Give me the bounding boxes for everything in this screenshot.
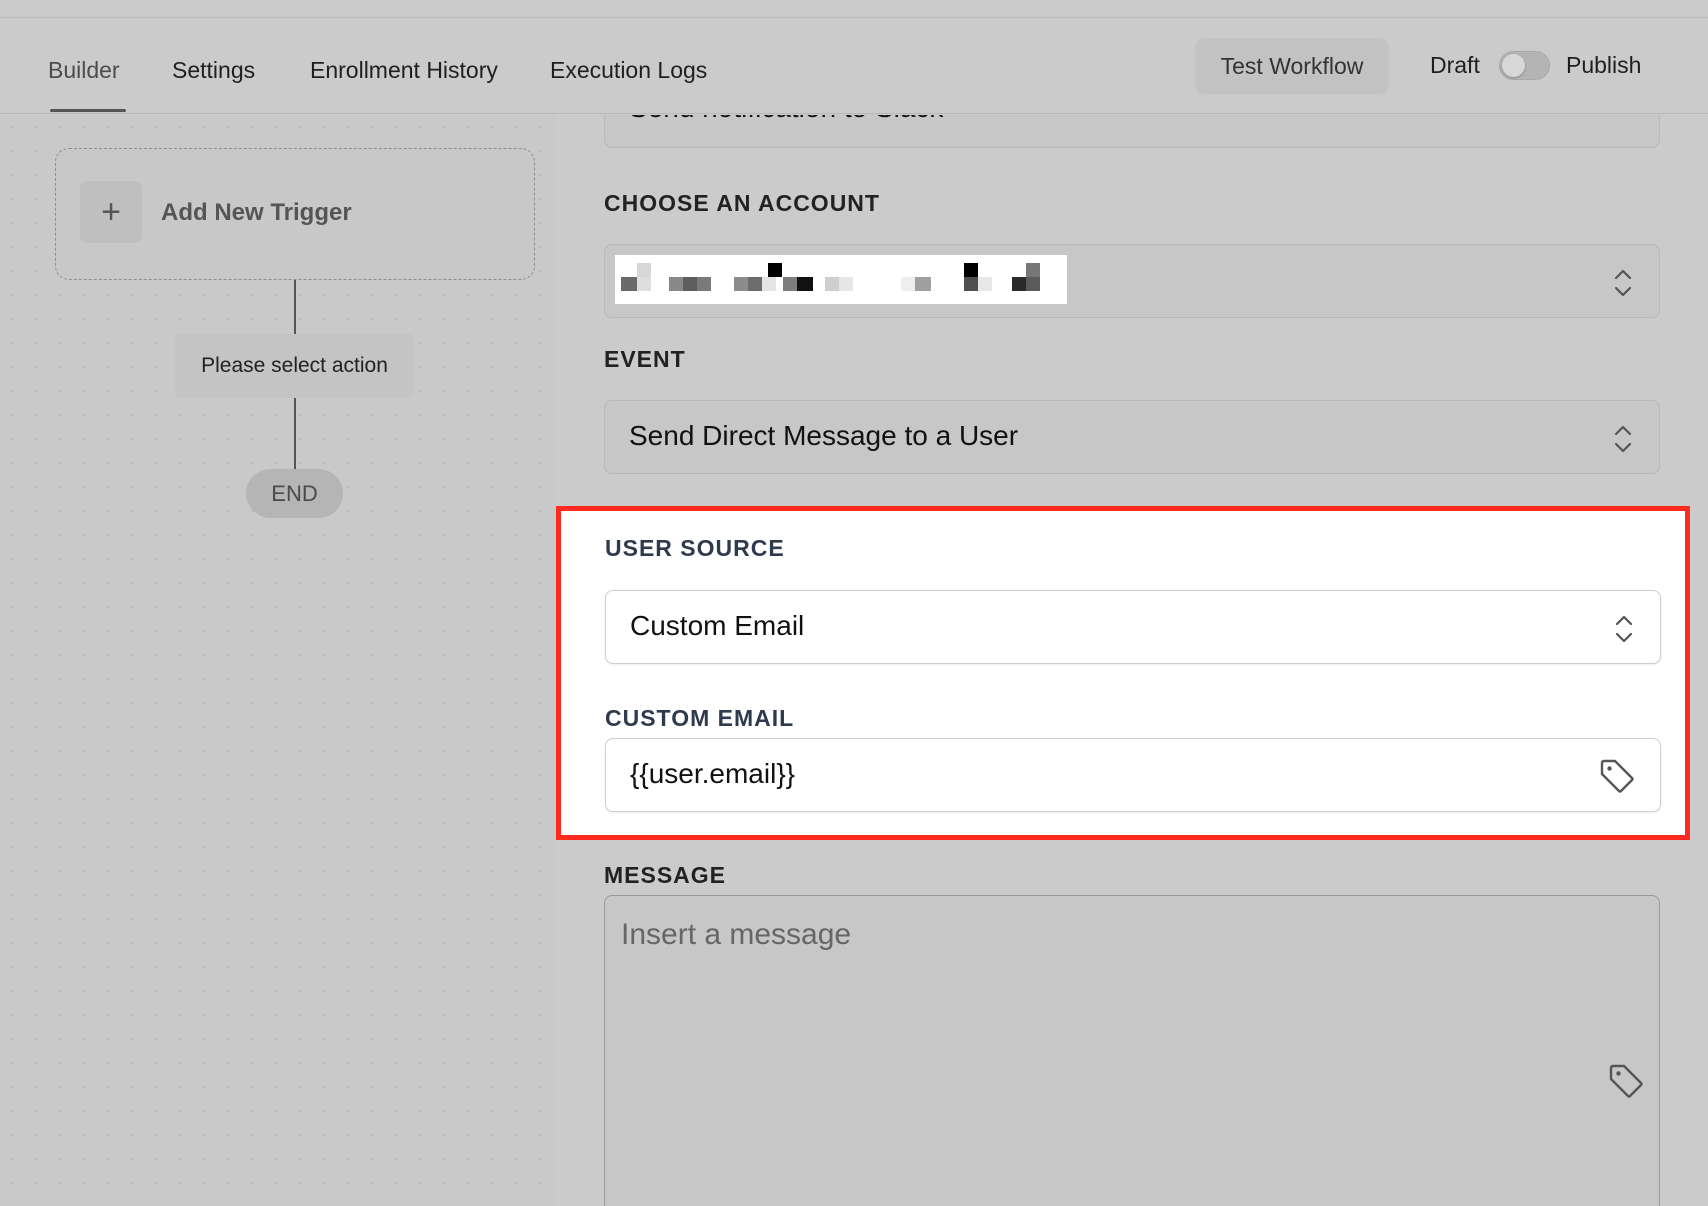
add-trigger-label: Add New Trigger [161, 199, 352, 226]
active-tab-indicator [50, 109, 126, 112]
user-source-label: USER SOURCE [605, 535, 785, 561]
account-select[interactable] [604, 244, 1660, 318]
custom-email-value: {{user.email}} [630, 758, 796, 789]
action-node[interactable]: Please select action [175, 334, 414, 398]
action-name-value: Send notification to Slack [629, 115, 943, 124]
header-bar: Builder Settings Enrollment History Exec… [0, 18, 1708, 114]
tag-icon[interactable] [1598, 757, 1636, 795]
toggle-knob [1502, 54, 1525, 77]
tab-settings[interactable]: Settings [172, 57, 255, 84]
connector-line [294, 398, 296, 469]
user-source-value: Custom Email [630, 610, 805, 641]
redacted-account-name [615, 255, 1067, 304]
tag-icon[interactable] [1607, 1062, 1645, 1100]
workflow-builder-app: Builder Settings Enrollment History Exec… [0, 0, 1708, 1206]
publish-label: Publish [1566, 52, 1642, 78]
chevron-updown-icon[interactable] [1613, 423, 1633, 455]
plus-icon[interactable]: + [80, 181, 142, 243]
message-placeholder: Insert a message [621, 918, 852, 951]
add-trigger-card[interactable]: + Add New Trigger [55, 148, 535, 280]
message-label: MESSAGE [604, 862, 727, 888]
builder-canvas[interactable]: + Add New Trigger Please select action E… [0, 115, 556, 1206]
event-label: EVENT [604, 346, 686, 372]
event-value: Send Direct Message to a User [629, 420, 1019, 451]
event-select[interactable]: Send Direct Message to a User [604, 400, 1660, 474]
custom-email-input[interactable]: {{user.email}} [605, 738, 1661, 812]
highlighted-user-source-section: USER SOURCE Custom Email CUSTOM EMAIL {{… [556, 506, 1690, 840]
tab-enrollment-history[interactable]: Enrollment History [310, 57, 498, 84]
message-textarea[interactable]: Insert a message [604, 895, 1660, 1206]
test-workflow-button[interactable]: Test Workflow [1195, 38, 1389, 94]
chevron-updown-icon[interactable] [1614, 613, 1634, 645]
top-strip [0, 0, 1708, 18]
action-name-field[interactable]: Send notification to Slack [604, 115, 1660, 148]
connector-line [294, 280, 296, 334]
tab-execution-logs[interactable]: Execution Logs [550, 57, 707, 84]
user-source-select[interactable]: Custom Email [605, 590, 1661, 664]
publish-toggle[interactable] [1499, 51, 1550, 80]
tab-builder[interactable]: Builder [48, 57, 120, 84]
end-node: END [246, 469, 343, 518]
account-label: CHOOSE AN ACCOUNT [604, 190, 880, 216]
custom-email-label: CUSTOM EMAIL [605, 705, 795, 731]
draft-label: Draft [1430, 52, 1480, 78]
chevron-updown-icon[interactable] [1613, 267, 1633, 299]
